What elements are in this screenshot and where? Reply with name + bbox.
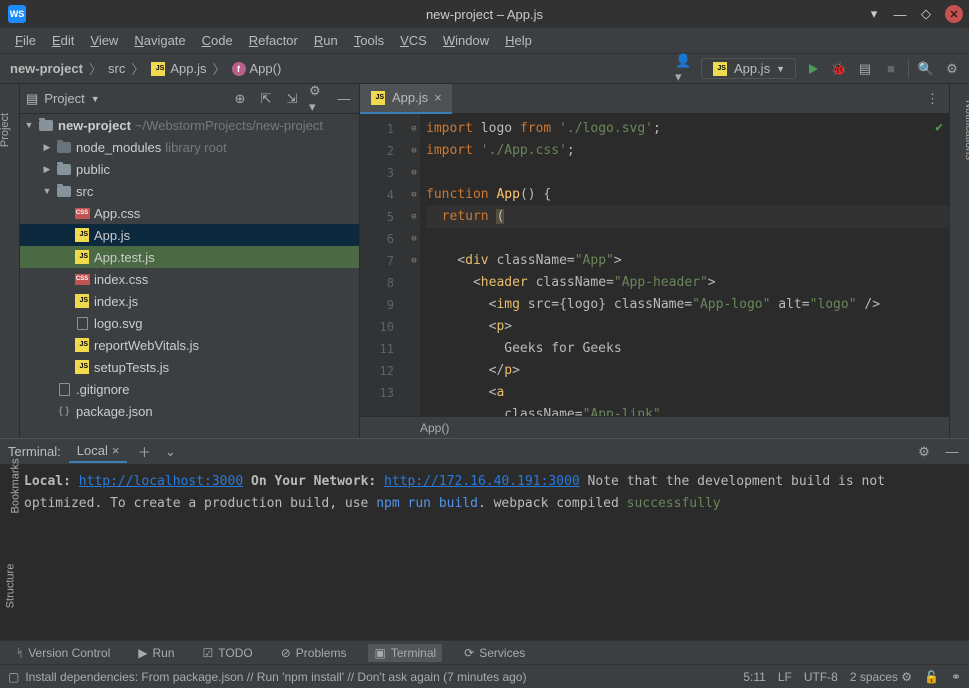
menu-vcs[interactable]: VCS — [393, 30, 434, 51]
status-eol[interactable]: LF — [778, 670, 792, 684]
status-processes-icon[interactable]: ⚭ — [951, 670, 961, 684]
close-icon[interactable]: ✕ — [945, 5, 963, 23]
tool-problems[interactable]: ⊘Problems — [275, 644, 353, 662]
select-opened-icon[interactable]: ⊕ — [231, 90, 249, 108]
editor-tab-app-js[interactable]: JS App.js × — [360, 84, 452, 114]
expand-all-icon[interactable]: ⇱ — [257, 90, 275, 108]
tree-item[interactable]: ▼src — [20, 180, 359, 202]
tool-run[interactable]: ▶Run — [132, 644, 180, 662]
window-title: new-project – App.js — [426, 7, 543, 22]
menu-run[interactable]: Run — [307, 30, 345, 51]
menu-code[interactable]: Code — [195, 30, 240, 51]
status-encoding[interactable]: UTF-8 — [804, 670, 838, 684]
tool-version-control[interactable]: ᛋVersion Control — [10, 644, 116, 662]
tree-item[interactable]: CSSApp.css — [20, 202, 359, 224]
menubar: FileEditViewNavigateCodeRefactorRunTools… — [0, 28, 969, 54]
panel-settings-icon[interactable]: ⚙ ▾ — [309, 90, 327, 108]
status-bar: ▢ Install dependencies: From package.jso… — [0, 664, 969, 688]
tree-item[interactable]: ▶node_modules library root — [20, 136, 359, 158]
project-tree[interactable]: ▼ new-project ~/WebstormProjects/new-pro… — [20, 114, 359, 438]
tree-item[interactable]: { }package.json — [20, 400, 359, 422]
terminal-tab-local[interactable]: Local× — [69, 440, 128, 463]
tree-item[interactable]: JSreportWebVitals.js — [20, 334, 359, 356]
terminal-panel: Terminal: Local× ＋ ⌄ ⚙ — Local: http://l… — [0, 438, 969, 640]
status-message[interactable]: Install dependencies: From package.json … — [25, 670, 526, 684]
navbar: new-project 〉 src 〉 JSApp.js 〉 fApp() 👤▾… — [0, 54, 969, 84]
breadcrumb-project[interactable]: new-project — [10, 61, 83, 76]
breadcrumb-file[interactable]: App.js — [170, 61, 206, 76]
menu-view[interactable]: View — [83, 30, 125, 51]
tree-item[interactable]: logo.svg — [20, 312, 359, 334]
search-icon[interactable]: 🔍 — [917, 60, 935, 78]
status-indent[interactable]: 2 spaces — [850, 670, 898, 684]
menu-file[interactable]: File — [8, 30, 43, 51]
tab-close-icon[interactable]: × — [434, 90, 442, 105]
breadcrumb[interactable]: new-project 〉 src 〉 JSApp.js 〉 fApp() — [8, 59, 283, 78]
run-config-selector[interactable]: JS App.js ▼ — [701, 58, 796, 79]
menu-edit[interactable]: Edit — [45, 30, 81, 51]
terminal-output[interactable]: Local: http://localhost:3000 On Your Net… — [0, 465, 969, 640]
tree-item[interactable]: JSindex.js — [20, 290, 359, 312]
titlebar: WS new-project – App.js ▾ — ◇ ✕ — [0, 0, 969, 28]
rail-structure[interactable]: Structure — [4, 564, 16, 609]
terminal-hide-icon[interactable]: — — [943, 443, 961, 461]
tree-item[interactable]: ▶public — [20, 158, 359, 180]
editor-area: JS App.js × ⋮ 12345678910111213 ⊖⊖⊖⊖⊖⊖⊖ … — [360, 84, 949, 438]
readonly-lock-icon[interactable]: 🔓 — [924, 670, 939, 684]
tool-window-bar: ᛋVersion Control ▶Run ☑TODO ⊘Problems ▣Termi… — [0, 640, 969, 664]
settings-icon[interactable]: ⚙ — [943, 60, 961, 78]
status-caret-pos[interactable]: 5:11 — [743, 670, 765, 684]
code-editor[interactable]: 12345678910111213 ⊖⊖⊖⊖⊖⊖⊖ import logo fr… — [360, 114, 949, 416]
tree-root[interactable]: ▼ new-project ~/WebstormProjects/new-pro… — [20, 114, 359, 136]
hide-panel-icon[interactable]: — — [335, 90, 353, 108]
rail-bookmarks[interactable]: Bookmarks — [10, 458, 22, 513]
stop-icon[interactable]: ■ — [882, 60, 900, 78]
terminal-add-icon[interactable]: ＋ — [135, 443, 153, 461]
terminal-title: Terminal: — [8, 444, 61, 459]
tree-item[interactable]: .gitignore — [20, 378, 359, 400]
menu-window[interactable]: Window — [436, 30, 496, 51]
debug-icon[interactable]: 🐞 — [830, 60, 848, 78]
editor-crumb[interactable]: App() — [360, 416, 949, 438]
tool-services[interactable]: ⟳Services — [458, 644, 531, 662]
run-config-label: App.js — [734, 61, 770, 76]
breadcrumb-symbol[interactable]: App() — [250, 61, 282, 76]
terminal-dropdown-icon[interactable]: ⌄ — [161, 443, 179, 461]
project-panel: ▤Project▼ ⊕ ⇱ ⇲ ⚙ ▾ — ▼ new-project ~/We… — [20, 84, 360, 438]
terminal-settings-icon[interactable]: ⚙ — [915, 443, 933, 461]
tool-todo[interactable]: ☑TODO — [197, 644, 259, 662]
editor-tab-label: App.js — [392, 90, 428, 105]
tab-more-icon[interactable]: ⋮ — [916, 91, 949, 107]
maximize-icon[interactable]: ◇ — [919, 7, 933, 21]
collapse-all-icon[interactable]: ⇲ — [283, 90, 301, 108]
app-icon: WS — [8, 5, 26, 23]
right-tool-rail[interactable]: Notifications — [949, 84, 969, 438]
rail-project[interactable]: Project — [0, 113, 11, 147]
window-tray-icon[interactable]: ▾ — [867, 7, 881, 21]
tree-item[interactable]: CSSindex.css — [20, 268, 359, 290]
inspection-ok-icon[interactable]: ✔ — [935, 120, 943, 135]
tree-item[interactable]: JSApp.test.js — [20, 246, 359, 268]
project-panel-title[interactable]: ▤Project▼ — [26, 91, 100, 107]
user-icon[interactable]: 👤▾ — [675, 60, 693, 78]
coverage-icon[interactable]: ▤ — [856, 60, 874, 78]
tree-item[interactable]: JSApp.js — [20, 224, 359, 246]
menu-refactor[interactable]: Refactor — [242, 30, 305, 51]
menu-tools[interactable]: Tools — [347, 30, 391, 51]
menu-navigate[interactable]: Navigate — [127, 30, 192, 51]
editor-tab-bar: JS App.js × ⋮ — [360, 84, 949, 114]
minimize-icon[interactable]: — — [893, 7, 907, 21]
terminal-tab-close-icon[interactable]: × — [112, 443, 120, 458]
status-tool-icon[interactable]: ▢ — [8, 670, 19, 684]
tree-item[interactable]: JSsetupTests.js — [20, 356, 359, 378]
tool-terminal[interactable]: ▣Terminal — [368, 644, 442, 662]
menu-help[interactable]: Help — [498, 30, 539, 51]
breadcrumb-folder[interactable]: src — [106, 59, 127, 78]
left-tool-rail[interactable]: Project — [0, 84, 20, 438]
rail-notifications[interactable]: Notifications — [963, 100, 969, 160]
run-icon[interactable] — [804, 60, 822, 78]
